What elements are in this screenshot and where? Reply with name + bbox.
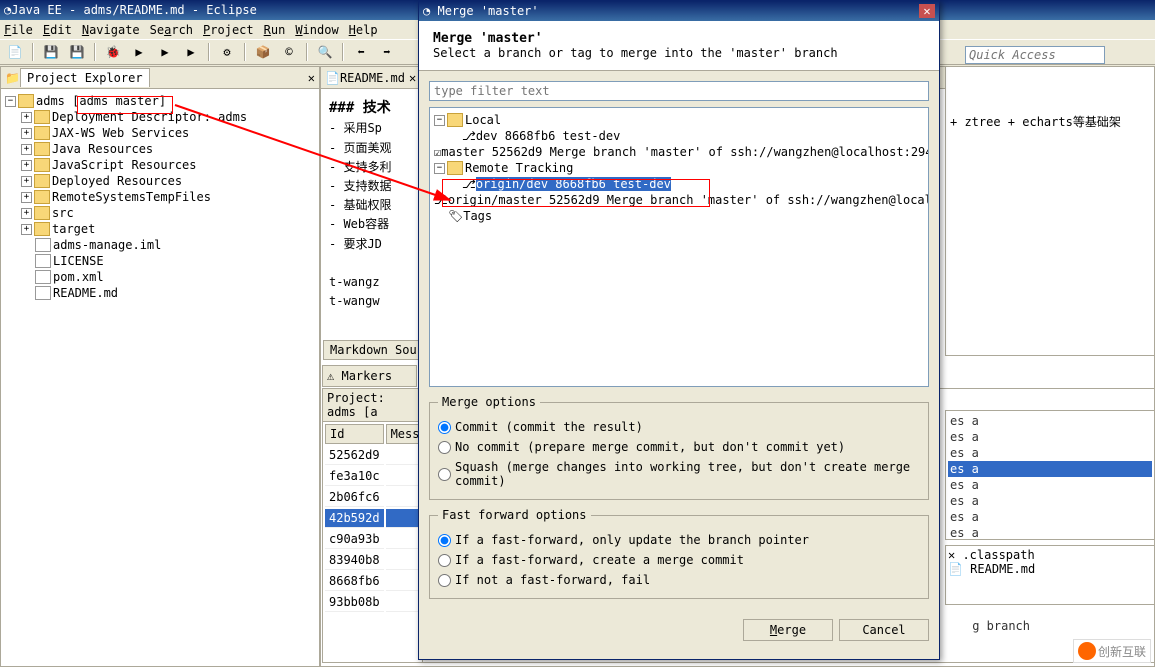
close-icon[interactable]: ✕ <box>308 71 315 85</box>
menu-file[interactable]: File <box>4 23 33 37</box>
cancel-button[interactable]: Cancel <box>839 619 929 641</box>
branch-icon: ⎇ <box>462 177 476 191</box>
merge-dialog: ◔ Merge 'master' ✕ Merge 'master' Select… <box>418 0 940 660</box>
radio-squash[interactable] <box>438 468 451 481</box>
js-icon <box>34 158 50 172</box>
tree-root[interactable]: − adms [adms master] <box>5 93 315 109</box>
menu-run[interactable]: Run <box>264 23 286 37</box>
deployed-icon <box>34 174 50 188</box>
branch-icon: ⎇ <box>434 193 448 207</box>
merge-button[interactable]: Merge <box>743 619 833 641</box>
menu-window[interactable]: Window <box>295 23 338 37</box>
markers-tab[interactable]: ⚠ Markers <box>322 365 417 387</box>
right-files: ✕ .classpath 📄 README.md <box>945 545 1155 605</box>
watermark: 创新互联 <box>1073 639 1151 663</box>
new-server-icon[interactable]: ⚙ <box>216 41 238 63</box>
right-panel: + ztree + echarts等基础架 <box>945 66 1155 356</box>
coverage-icon[interactable]: ▶ <box>180 41 202 63</box>
menu-help[interactable]: Help <box>349 23 378 37</box>
menu-search[interactable]: Search <box>150 23 193 37</box>
remote-icon <box>34 190 50 204</box>
branch-label: g branch <box>972 619 1030 633</box>
eclipse-icon: ◔ <box>423 4 430 18</box>
menu-edit[interactable]: Edit <box>43 23 72 37</box>
project-tree[interactable]: − adms [adms master] +Deployment Descrip… <box>1 89 319 305</box>
radio-commit[interactable] <box>438 421 451 434</box>
folder-icon: 📁 <box>5 71 20 85</box>
java-icon <box>34 142 50 156</box>
expand-icon[interactable]: + <box>21 112 32 123</box>
branch-icon: ⎇ <box>462 129 476 143</box>
right-log: es a es a es a es a es a es a es a es a <box>945 410 1155 540</box>
search-icon[interactable]: 🔍 <box>314 41 336 63</box>
radio-ff-only[interactable] <box>438 534 451 547</box>
close-tab-icon[interactable]: ✕ <box>409 71 416 85</box>
target-icon <box>34 222 50 236</box>
history-project: Project: adms [a <box>323 389 422 422</box>
watermark-logo-icon <box>1078 642 1096 660</box>
forward-icon[interactable]: ➡ <box>376 41 398 63</box>
project-explorer-panel: 📁 Project Explorer ✕ − adms [adms master… <box>0 66 320 667</box>
filter-input[interactable] <box>429 81 929 101</box>
merge-tree[interactable]: −Local ⎇ dev 8668fb6 test-dev ☑ master 5… <box>429 107 929 387</box>
run-last-icon[interactable]: ▶ <box>154 41 176 63</box>
ff-options-group: Fast forward options If a fast-forward, … <box>429 508 929 599</box>
radio-ff-not[interactable] <box>438 574 451 587</box>
dialog-title: Merge 'master' <box>437 4 538 18</box>
checked-branch-icon: ☑ <box>434 145 441 159</box>
radio-nocommit[interactable] <box>438 441 451 454</box>
new-class-icon[interactable]: © <box>278 41 300 63</box>
right-text: + ztree + echarts等基础架 <box>950 113 1150 130</box>
folder-icon <box>447 161 463 175</box>
markers-icon: ⚠ <box>327 369 334 383</box>
file-icon <box>35 254 51 268</box>
file-icon <box>35 270 51 284</box>
debug-icon[interactable]: 🐞 <box>102 41 124 63</box>
file-icon <box>35 286 51 300</box>
close-icon[interactable]: ✕ <box>919 4 935 18</box>
menu-navigate[interactable]: Navigate <box>82 23 140 37</box>
merge-options-group: Merge options Commit (commit the result)… <box>429 395 929 500</box>
file-classpath[interactable]: ✕ .classpath <box>948 548 1152 562</box>
window-title: Java EE - adms/README.md - Eclipse <box>11 3 257 17</box>
jaxws-icon <box>34 126 50 140</box>
new-package-icon[interactable]: 📦 <box>252 41 274 63</box>
new-icon[interactable]: 📄 <box>4 41 26 63</box>
selected-branch[interactable]: origin/dev 8668fb6 test-dev <box>476 177 671 191</box>
col-id[interactable]: Id <box>325 424 384 444</box>
dd-icon <box>34 110 50 124</box>
editor-tab-readme[interactable]: README.md <box>340 71 405 85</box>
file-icon <box>35 238 51 252</box>
dialog-heading: Merge 'master' <box>433 31 925 46</box>
eclipse-icon: ◔ <box>4 3 11 17</box>
menu-project[interactable]: Project <box>203 23 254 37</box>
history-panel: Project: adms [a IdMessage 52562d9 fe3a1… <box>323 389 423 662</box>
md-icon: 📄 <box>325 71 340 85</box>
file-readme[interactable]: 📄 README.md <box>948 562 1152 576</box>
folder-icon <box>447 113 463 127</box>
save-icon[interactable]: 💾 <box>40 41 62 63</box>
radio-ff-merge[interactable] <box>438 554 451 567</box>
src-icon <box>34 206 50 220</box>
tags-icon: 🏷 <box>448 209 463 223</box>
collapse-icon[interactable]: − <box>5 96 16 107</box>
run-icon[interactable]: ▶ <box>128 41 150 63</box>
quick-access-input[interactable] <box>965 46 1105 64</box>
back-icon[interactable]: ⬅ <box>350 41 372 63</box>
save-all-icon[interactable]: 💾 <box>66 41 88 63</box>
project-explorer-tab[interactable]: Project Explorer <box>20 68 150 87</box>
project-icon <box>18 94 34 108</box>
dialog-subtitle: Select a branch or tag to merge into the… <box>433 46 925 60</box>
